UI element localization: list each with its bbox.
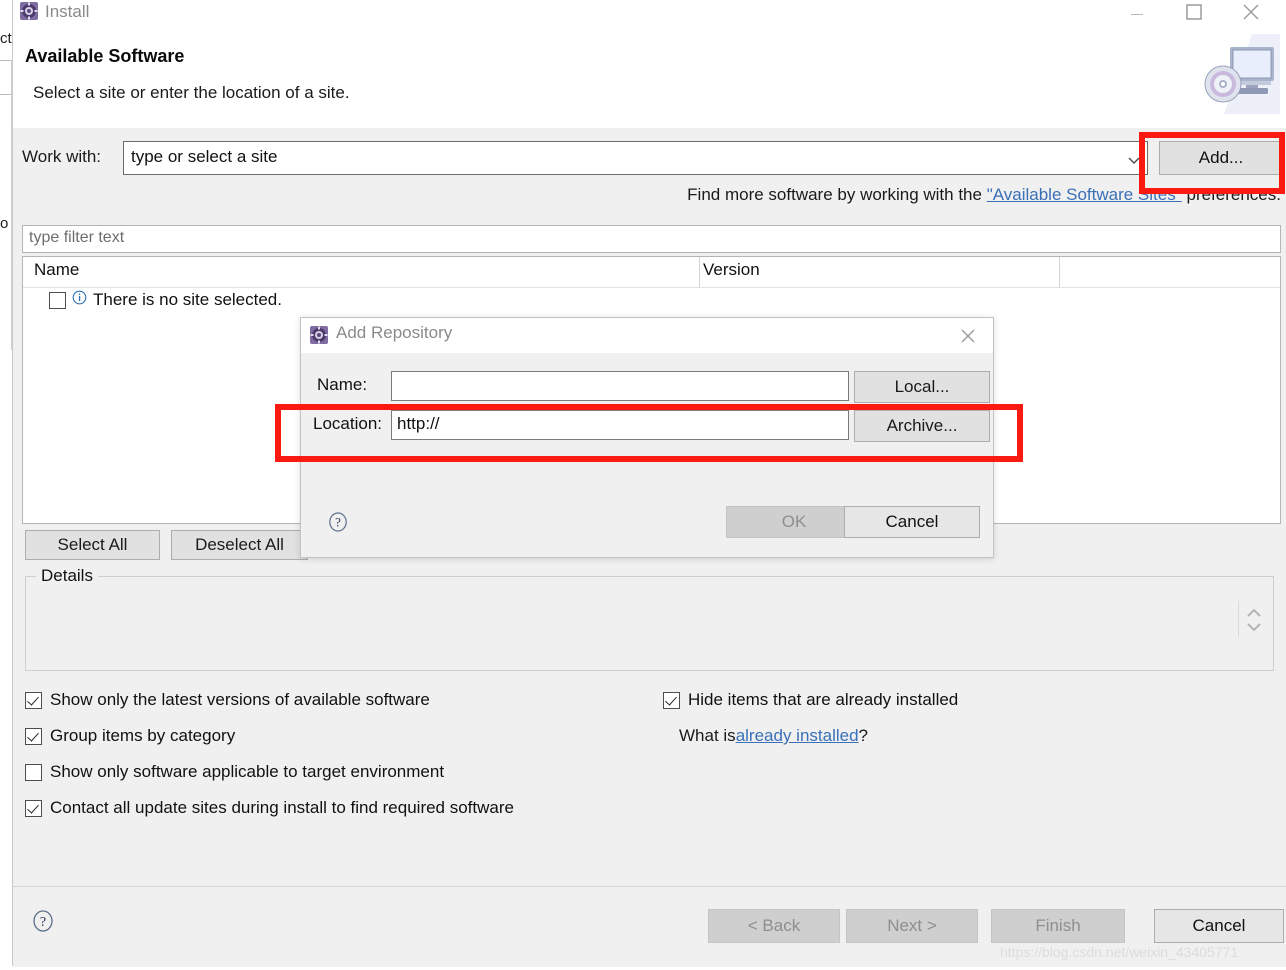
install-gear-icon bbox=[19, 1, 39, 21]
checkbox[interactable] bbox=[25, 691, 42, 709]
maximize-button[interactable] bbox=[1171, 0, 1217, 30]
table-header-divider bbox=[23, 287, 1280, 288]
repo-name-label: Name: bbox=[317, 375, 368, 394]
help-question-icon[interactable]: ? bbox=[327, 511, 349, 538]
page-subtitle: Select a site or enter the location of a… bbox=[33, 83, 350, 102]
checkbox[interactable] bbox=[25, 763, 42, 781]
work-with-combo[interactable]: type or select a site bbox=[123, 141, 1148, 175]
option-applicable-target-env[interactable]: Show only software applicable to target … bbox=[25, 754, 514, 790]
find-more-software-text: Find more software by working with the "… bbox=[687, 185, 1281, 205]
repo-location-label: Location: bbox=[313, 414, 382, 433]
option-label: Group items by category bbox=[50, 726, 236, 745]
column-header-version[interactable]: Version bbox=[703, 260, 760, 280]
repo-dialog-title: Add Repository bbox=[336, 323, 453, 342]
window-title: Install bbox=[45, 2, 90, 21]
checkbox[interactable] bbox=[25, 727, 42, 745]
column-separator-2[interactable] bbox=[1059, 257, 1060, 287]
repo-dialog-close-button[interactable] bbox=[947, 320, 989, 350]
checkbox[interactable] bbox=[663, 691, 680, 709]
option-label: Hide items that are already installed bbox=[688, 690, 959, 709]
repo-location-input[interactable]: http:// bbox=[391, 410, 849, 440]
option-contact-all-update-sites[interactable]: Contact all update sites during install … bbox=[25, 790, 514, 826]
install-gear-icon bbox=[309, 325, 329, 345]
work-with-row: Work with: type or select a site Add... bbox=[13, 138, 1286, 186]
archive-button[interactable]: Archive... bbox=[854, 410, 990, 442]
work-with-label: Work with: bbox=[22, 147, 102, 166]
column-header-name[interactable]: Name bbox=[34, 260, 79, 280]
find-more-suffix: preferences. bbox=[1181, 185, 1281, 204]
back-button[interactable]: < Back bbox=[708, 909, 840, 943]
option-group-by-category[interactable]: Group items by category bbox=[25, 718, 514, 754]
wizard-header: Available Software Select a site or ente… bbox=[13, 28, 1286, 129]
select-all-button[interactable]: Select All bbox=[25, 530, 160, 560]
finish-button[interactable]: Finish bbox=[991, 909, 1125, 943]
watermark: https://blog.csdn.net/weixin_43405771 bbox=[1000, 944, 1239, 960]
svg-text:?: ? bbox=[335, 515, 341, 530]
add-button[interactable]: Add... bbox=[1159, 141, 1283, 175]
repo-cancel-button[interactable]: Cancel bbox=[844, 506, 980, 538]
checkbox[interactable] bbox=[25, 799, 42, 817]
option-hide-already-installed[interactable]: Hide items that are already installed bbox=[663, 682, 958, 718]
window-titlebar: Install bbox=[13, 0, 1286, 28]
add-repository-dialog: Add Repository Name: Local... Location: … bbox=[300, 317, 994, 558]
svg-text:?: ? bbox=[40, 915, 46, 930]
available-software-sites-link[interactable]: "Available Software Sites" bbox=[987, 185, 1182, 204]
option-label: Show only software applicable to target … bbox=[50, 762, 445, 781]
already-installed-line: What is already installed? bbox=[679, 718, 958, 754]
info-icon bbox=[72, 290, 87, 310]
option-label: Contact all update sites during install … bbox=[50, 798, 514, 817]
deselect-all-button[interactable]: Deselect All bbox=[171, 530, 308, 560]
table-row[interactable]: There is no site selected. bbox=[49, 290, 282, 310]
cancel-button[interactable]: Cancel bbox=[1154, 909, 1284, 943]
background-text-fragment-2: o bbox=[0, 215, 9, 232]
next-button[interactable]: Next > bbox=[846, 909, 978, 943]
details-divider bbox=[1238, 601, 1239, 637]
already-installed-prefix: What is bbox=[679, 726, 736, 745]
filter-input[interactable]: type filter text bbox=[22, 225, 1281, 253]
details-legend: Details bbox=[36, 566, 98, 586]
monitor-cd-icon bbox=[1194, 34, 1280, 114]
local-button[interactable]: Local... bbox=[854, 371, 990, 403]
filter-placeholder: type filter text bbox=[29, 229, 125, 246]
work-with-value: type or select a site bbox=[131, 147, 278, 166]
row-label: There is no site selected. bbox=[93, 290, 282, 309]
row-checkbox[interactable] bbox=[49, 291, 66, 309]
options-left-column: Show only the latest versions of availab… bbox=[25, 682, 514, 826]
chevron-down-icon[interactable] bbox=[1127, 153, 1141, 171]
close-button[interactable] bbox=[1228, 0, 1274, 30]
ok-button[interactable]: OK bbox=[726, 506, 862, 538]
help-question-icon[interactable]: ? bbox=[31, 909, 55, 938]
find-more-prefix: Find more software by working with the bbox=[687, 185, 987, 204]
details-group: Details bbox=[25, 566, 1274, 671]
column-separator-1[interactable] bbox=[699, 257, 700, 287]
already-installed-link[interactable]: already installed bbox=[736, 726, 859, 746]
options-right-column: Hide items that are already installed Wh… bbox=[663, 682, 958, 754]
repo-location-value: http:// bbox=[397, 414, 440, 433]
option-show-latest-versions[interactable]: Show only the latest versions of availab… bbox=[25, 682, 514, 718]
already-installed-suffix: ? bbox=[858, 726, 869, 745]
option-label: Show only the latest versions of availab… bbox=[50, 690, 430, 709]
repo-dialog-titlebar: Add Repository bbox=[301, 318, 993, 353]
background-text-fragment-1: ct bbox=[0, 30, 12, 47]
page-title: Available Software bbox=[25, 46, 185, 66]
spinner-up-down-icon[interactable] bbox=[1243, 603, 1265, 637]
repo-name-input[interactable] bbox=[391, 371, 849, 401]
minimize-button[interactable] bbox=[1114, 0, 1160, 30]
